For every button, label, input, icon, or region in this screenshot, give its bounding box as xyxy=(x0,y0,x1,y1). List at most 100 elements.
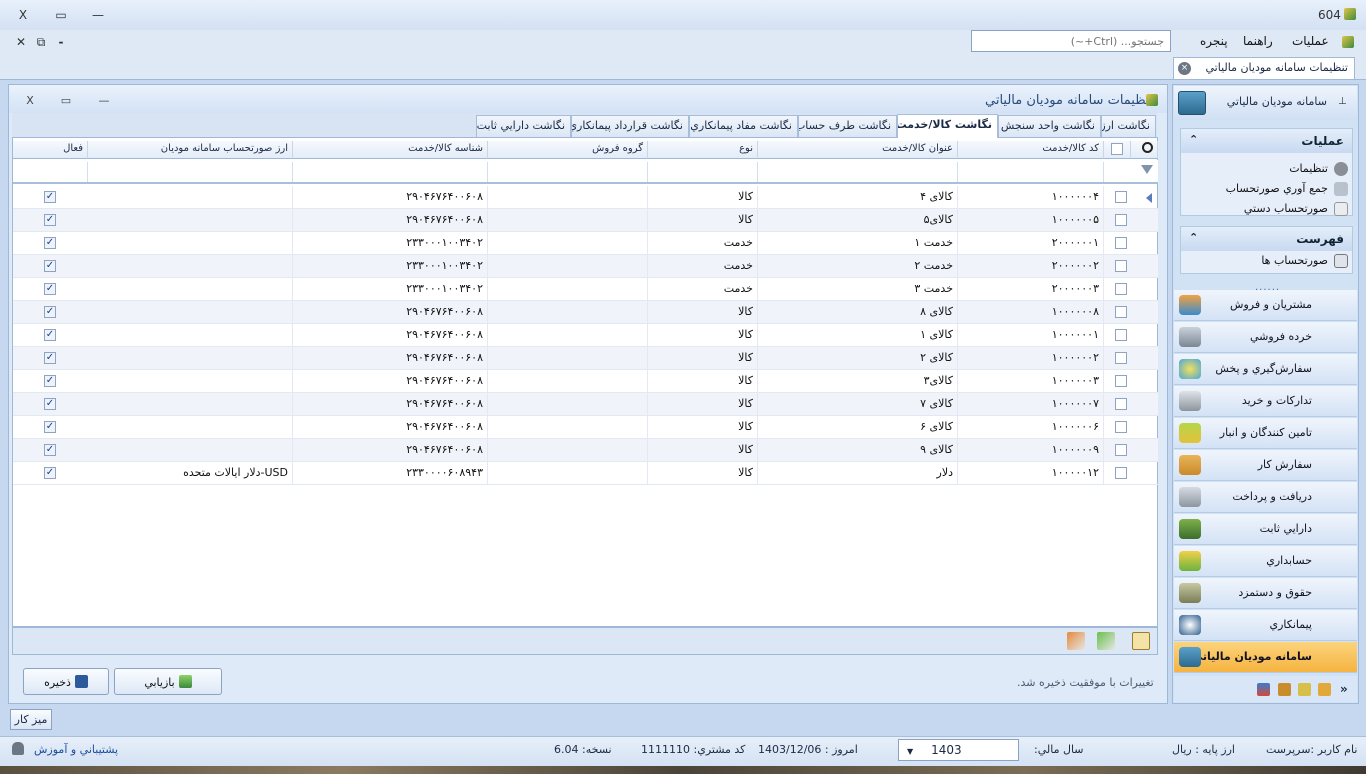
cell-type[interactable]: کالا xyxy=(648,347,758,370)
cell-code[interactable]: ۲۰۰۰۰۰۰۲ xyxy=(958,255,1104,278)
window-minimize-button[interactable]: — xyxy=(87,6,109,24)
cell-goods-id[interactable]: ۲۳۳۰۰۰۱۰۰۳۴۰۲ xyxy=(293,255,488,278)
header-search-cell[interactable] xyxy=(1131,141,1158,159)
cell-group[interactable] xyxy=(488,209,648,232)
menu-operations[interactable]: عمليات xyxy=(1292,34,1329,48)
group-header-operations[interactable]: عمليات ⌃ xyxy=(1181,129,1352,153)
module-sales[interactable]: مشتريان و فروش xyxy=(1174,290,1357,321)
cell-title[interactable]: کالای۳ xyxy=(758,370,958,393)
cell-type[interactable]: خدمت xyxy=(648,278,758,301)
row-select-checkbox[interactable] xyxy=(1115,306,1127,318)
col-header-title[interactable]: عنوان کالا/خدمت xyxy=(758,141,958,159)
tab-goods-mapping[interactable]: نگاشت کالا/خدمت xyxy=(897,114,998,138)
export-icon[interactable] xyxy=(1097,632,1115,650)
cell-currency[interactable] xyxy=(88,370,293,393)
search-icon[interactable] xyxy=(1142,142,1153,153)
row-select-checkbox[interactable] xyxy=(1115,283,1127,295)
cell-code[interactable]: ۱۰۰۰۰۰۰۳ xyxy=(958,370,1104,393)
cell-title[interactable]: کالای ۷ xyxy=(758,393,958,416)
cell-goods-id[interactable]: ۲۹۰۴۶۷۶۴۰۰۶۰۸ xyxy=(293,439,488,462)
inner-minimize-button[interactable]: - xyxy=(50,33,72,51)
cell-goods-id[interactable]: ۲۹۰۴۶۷۶۴۰۰۶۰۸ xyxy=(293,393,488,416)
cell-type[interactable]: کالا xyxy=(648,186,758,209)
cell-currency[interactable]: دلار ايالات متحده-USD xyxy=(88,462,293,485)
cell-currency[interactable] xyxy=(88,209,293,232)
tab-fixed-asset-mapping[interactable]: نگاشت دارايي ثابت xyxy=(476,115,571,137)
more-chevron-icon[interactable]: » xyxy=(1340,682,1348,696)
cell-goods-id[interactable]: ۲۳۳۰۰۰۱۰۰۳۴۰۲ xyxy=(293,278,488,301)
cell-currency[interactable] xyxy=(88,324,293,347)
cell-code[interactable]: ۱۰۰۰۰۰۰۹ xyxy=(958,439,1104,462)
reset-button[interactable]: بازيابي xyxy=(114,668,222,695)
cell-currency[interactable] xyxy=(88,301,293,324)
cell-group[interactable] xyxy=(488,278,648,301)
cell-type[interactable]: خدمت xyxy=(648,232,758,255)
inner-close-button[interactable]: ✕ xyxy=(10,33,32,51)
cell-title[interactable]: کالای۵ xyxy=(758,209,958,232)
module-work-order[interactable]: سفارش کار xyxy=(1174,450,1357,481)
cell-group[interactable] xyxy=(488,462,648,485)
row-select-checkbox[interactable] xyxy=(1115,467,1127,479)
cell-title[interactable]: کالای ۲ xyxy=(758,347,958,370)
active-checkbox[interactable]: ✓ xyxy=(44,421,56,433)
cell-title[interactable]: دلار xyxy=(758,462,958,485)
module-tax-system[interactable]: سامانه موديان مالياتي xyxy=(1174,642,1357,673)
tab-contract-mapping[interactable]: نگاشت قرارداد پيمانکاري xyxy=(571,115,689,137)
clipboard-icon[interactable] xyxy=(1132,632,1150,650)
group-header-list[interactable]: فهرست ⌃ xyxy=(1181,227,1352,251)
filter-cell-active[interactable] xyxy=(13,162,88,182)
module-suppliers-warehouse[interactable]: تامين کنندگان و انبار xyxy=(1174,418,1357,449)
module-fixed-assets[interactable]: دارايي ثابت xyxy=(1174,514,1357,545)
cell-currency[interactable] xyxy=(88,416,293,439)
row-select-checkbox[interactable] xyxy=(1115,398,1127,410)
doc-tab-settings[interactable]: تنظيمات سامانه موديان مالياتي × xyxy=(1173,57,1355,79)
filter-cell-type[interactable] xyxy=(648,162,758,182)
cell-currency[interactable] xyxy=(88,232,293,255)
cell-title[interactable]: کالای ۴ xyxy=(758,186,958,209)
cell-title[interactable]: خدمت ۳ xyxy=(758,278,958,301)
col-header-type[interactable]: نوع xyxy=(648,141,758,159)
row-select-checkbox[interactable] xyxy=(1115,214,1127,226)
row-select-checkbox[interactable] xyxy=(1115,237,1127,249)
cell-code[interactable]: ۱۰۰۰۰۰۰۴ xyxy=(958,186,1104,209)
menu-window[interactable]: پنجره xyxy=(1200,34,1228,48)
main-minimize-button[interactable]: — xyxy=(94,94,114,110)
cell-goods-id[interactable]: ۲۹۰۴۶۷۶۴۰۰۶۰۸ xyxy=(293,347,488,370)
cell-type[interactable]: کالا xyxy=(648,393,758,416)
cell-type[interactable]: کالا xyxy=(648,462,758,485)
cell-code[interactable]: ۲۰۰۰۰۰۰۱ xyxy=(958,232,1104,255)
cell-code[interactable]: ۱۰۰۰۰۰۰۷ xyxy=(958,393,1104,416)
module-order-distribution[interactable]: سفارش‌گيري و پخش xyxy=(1174,354,1357,385)
sidebar-item-manual-invoice[interactable]: صورتحساب دستي xyxy=(1181,199,1352,219)
row-select-checkbox[interactable] xyxy=(1115,421,1127,433)
tab-contract-items-mapping[interactable]: نگاشت مفاد پيمانکاري xyxy=(689,115,798,137)
filter-cell-group[interactable] xyxy=(488,162,648,182)
cell-type[interactable]: کالا xyxy=(648,416,758,439)
cell-group[interactable] xyxy=(488,347,648,370)
active-checkbox[interactable]: ✓ xyxy=(44,237,56,249)
tab-currency-mapping[interactable]: نگاشت ارز xyxy=(1101,115,1156,137)
col-header-active[interactable]: فعال xyxy=(13,141,88,159)
search-input[interactable] xyxy=(971,30,1171,52)
cell-title[interactable]: کالای ۶ xyxy=(758,416,958,439)
active-checkbox[interactable]: ✓ xyxy=(44,306,56,318)
cell-currency[interactable] xyxy=(88,347,293,370)
fiscal-year-select[interactable]: ▼ 1403 xyxy=(898,739,1019,761)
active-checkbox[interactable]: ✓ xyxy=(44,444,56,456)
cell-goods-id[interactable]: ۲۹۰۴۶۷۶۴۰۰۶۰۸ xyxy=(293,186,488,209)
active-checkbox[interactable]: ✓ xyxy=(44,398,56,410)
shortcut-icon-4[interactable] xyxy=(1257,683,1270,696)
active-checkbox[interactable]: ✓ xyxy=(44,283,56,295)
cell-type[interactable]: کالا xyxy=(648,209,758,232)
cell-currency[interactable] xyxy=(88,439,293,462)
shortcut-icon-1[interactable] xyxy=(1318,683,1331,696)
row-select-checkbox[interactable] xyxy=(1115,375,1127,387)
desk-button[interactable]: ميز کار xyxy=(10,709,52,730)
header-select-all[interactable] xyxy=(1104,141,1131,159)
cell-type[interactable]: کالا xyxy=(648,324,758,347)
row-select-checkbox[interactable] xyxy=(1115,352,1127,364)
menu-help[interactable]: راهنما xyxy=(1243,34,1273,48)
shortcut-icon-2[interactable] xyxy=(1298,683,1311,696)
cell-group[interactable] xyxy=(488,186,648,209)
cell-code[interactable]: ۱۰۰۰۰۰۰۱ xyxy=(958,324,1104,347)
